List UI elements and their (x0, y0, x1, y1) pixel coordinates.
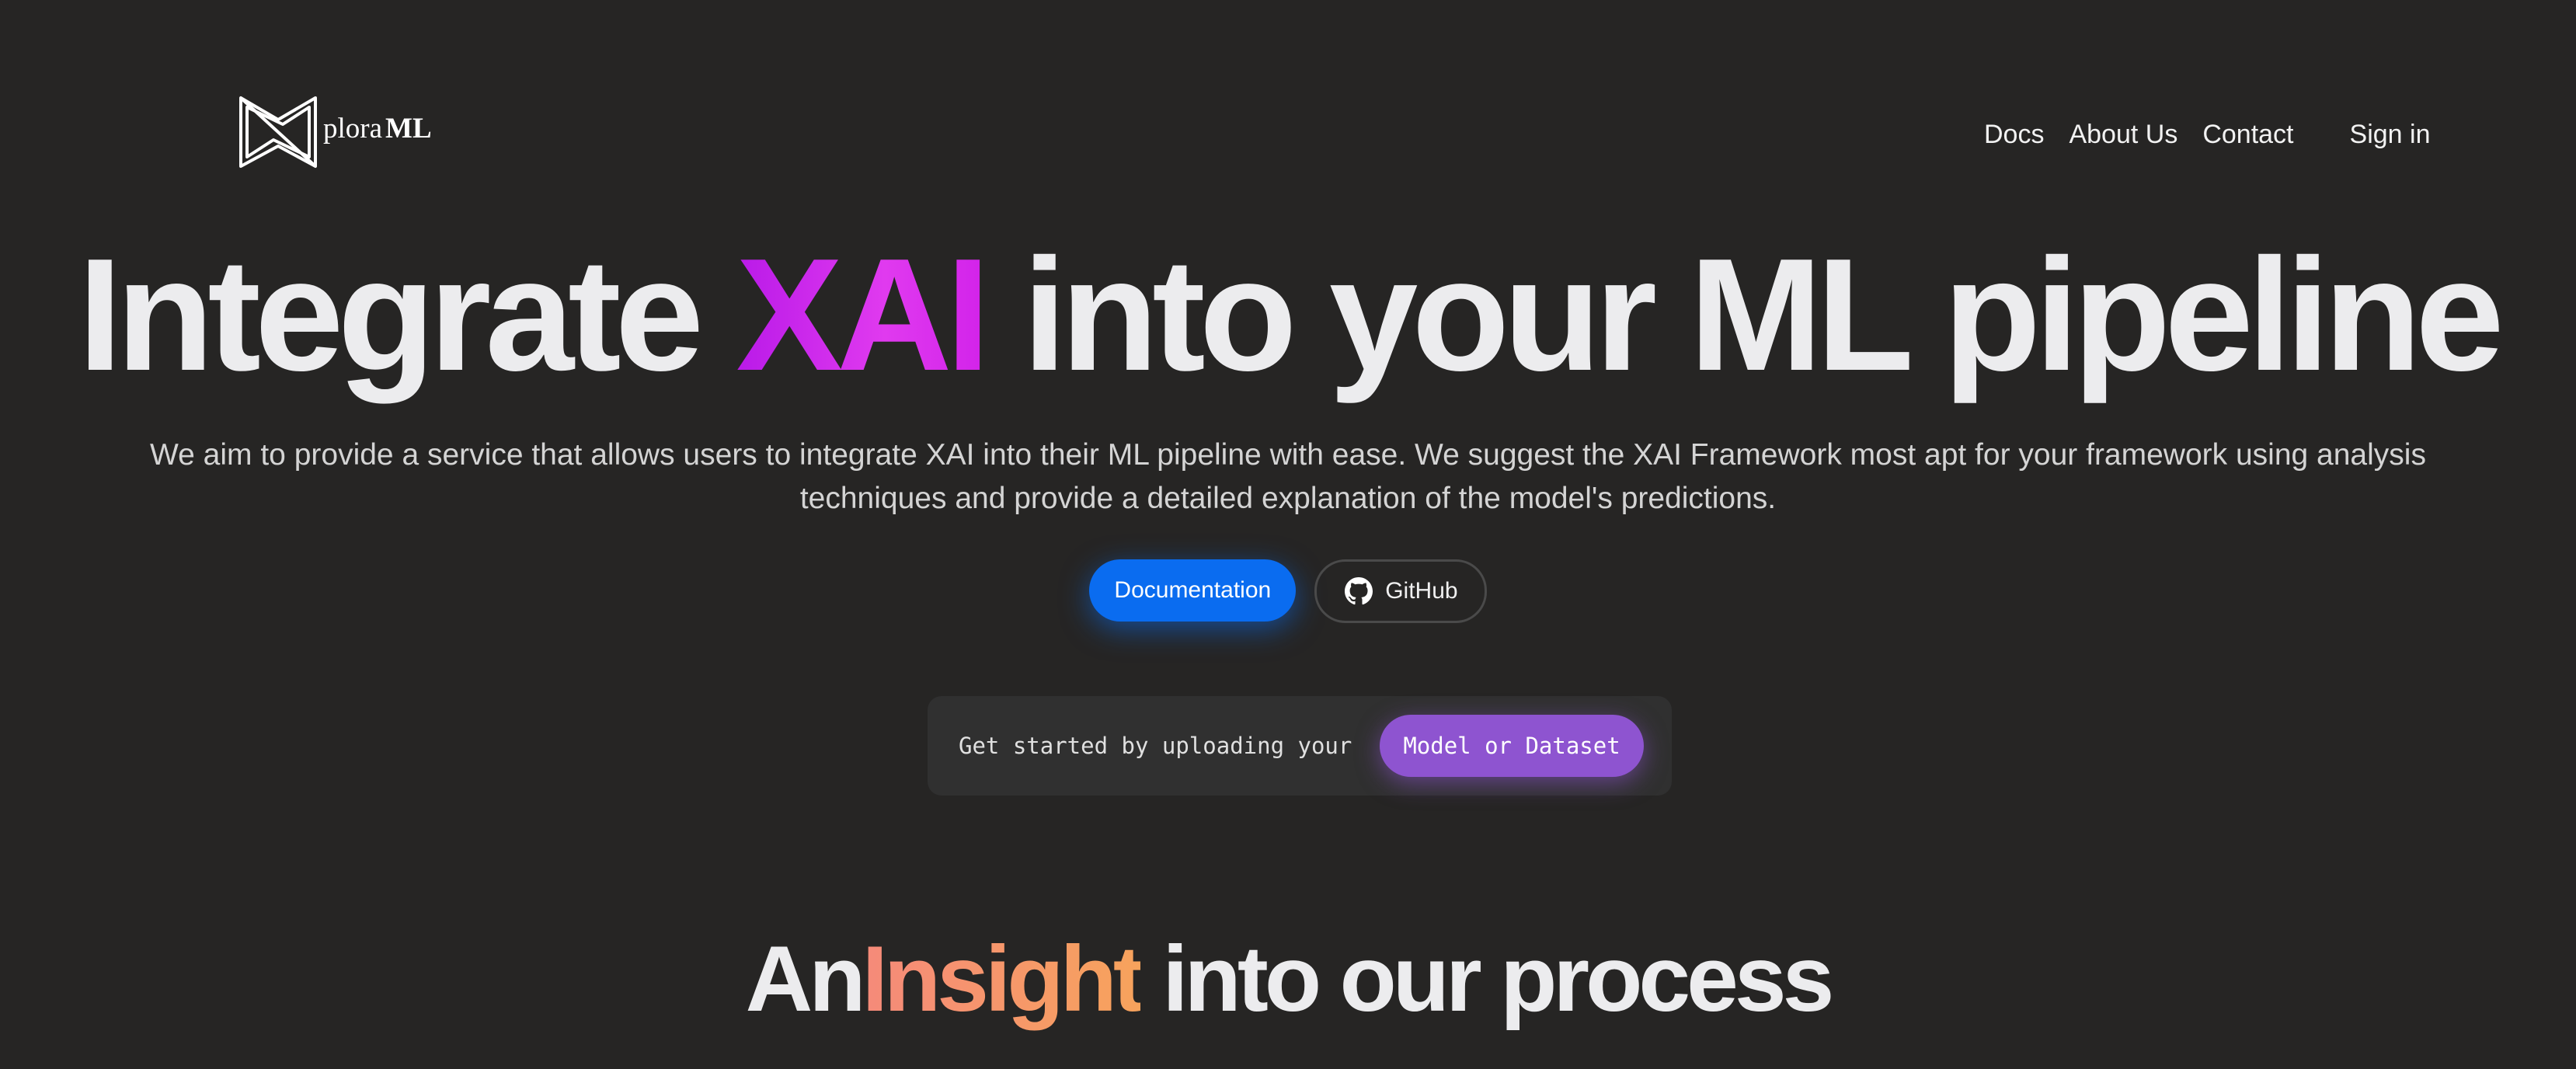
logo-word: plora (323, 112, 383, 145)
landing-page: plora ML Docs About Us Contact Sign in In… (0, 0, 2576, 1069)
logo-suffix: ML (385, 112, 432, 145)
logo[interactable]: plora ML (236, 90, 432, 174)
upload-model-dataset-button[interactable]: Model or Dataset (1380, 715, 1644, 777)
documentation-button[interactable]: Documentation (1089, 559, 1297, 622)
process-title-prefix: An (745, 927, 866, 1031)
upload-prompt: Get started by uploading your (959, 733, 1352, 759)
nav-about-link[interactable]: About Us (2069, 120, 2177, 150)
process-section-title: AnInsight into our process (0, 924, 2576, 1033)
sign-in-link[interactable]: Sign in (2350, 120, 2431, 150)
hero-title: Integrate XAI into your ML pipeline (0, 233, 2576, 396)
logo-text: plora ML (323, 112, 432, 145)
hero-title-suffix: into your ML pipeline (983, 225, 2505, 404)
github-button-label: GitHub (1385, 578, 1458, 604)
nav-docs-link[interactable]: Docs (1984, 120, 2044, 150)
github-icon (1345, 577, 1373, 605)
hero-title-highlight: XAI (736, 225, 990, 404)
nav-contact-link[interactable]: Contact (2202, 120, 2293, 150)
hero-description: We aim to provide a service that allows … (150, 438, 2426, 515)
main-nav: Docs About Us Contact Sign in (1984, 120, 2430, 150)
hero-buttons: Documentation GitHub (0, 559, 2576, 623)
xplora-logo-icon (239, 96, 317, 168)
upload-panel: Get started by uploading your Model or D… (928, 696, 1672, 796)
process-title-highlight: Insight (862, 927, 1144, 1031)
hero-title-prefix: Integrate (78, 225, 736, 404)
github-button[interactable]: GitHub (1314, 559, 1487, 623)
process-title-suffix: into our process (1140, 927, 1834, 1031)
